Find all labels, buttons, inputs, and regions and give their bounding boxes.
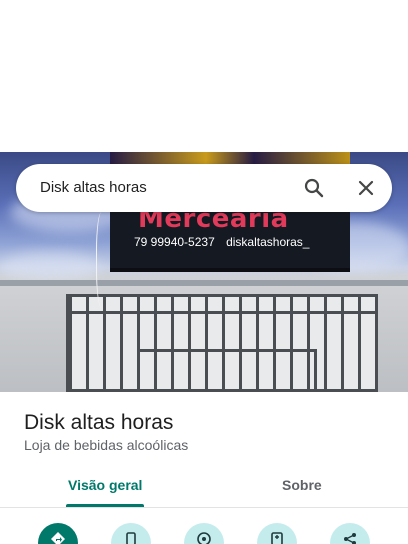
place-category: Loja de bebidas alcoólicas	[24, 437, 189, 453]
directions-button[interactable]	[38, 523, 78, 544]
action-buttons	[0, 516, 408, 544]
window-bar-horizontal	[69, 311, 375, 314]
sign-contact: 79 99940-5237 diskaltashoras_	[134, 235, 317, 249]
hanging-cable	[96, 212, 110, 308]
send-to-phone-button[interactable]	[257, 523, 297, 544]
save-button[interactable]	[184, 523, 224, 544]
place-tabs: Visão geral Sobre	[0, 466, 408, 508]
call-button[interactable]	[111, 523, 151, 544]
place-title: Disk altas horas	[24, 411, 174, 434]
tab-selected-indicator	[66, 504, 144, 507]
close-icon[interactable]	[354, 176, 378, 200]
tab-about[interactable]: Sobre	[282, 477, 322, 493]
cloud	[0, 252, 100, 282]
share-button[interactable]	[330, 523, 370, 544]
search-bar[interactable]: Disk altas horas	[16, 164, 392, 212]
barred-window	[66, 294, 378, 392]
sign-phone: 79 99940-5237	[134, 235, 215, 249]
sign-instagram: diskaltashoras_	[226, 235, 310, 249]
search-input[interactable]: Disk altas horas	[40, 179, 147, 196]
tab-overview[interactable]: Visão geral	[68, 477, 142, 493]
window-inner-frame	[137, 349, 317, 392]
map-empty-area	[0, 0, 408, 152]
search-icon[interactable]	[302, 176, 326, 200]
